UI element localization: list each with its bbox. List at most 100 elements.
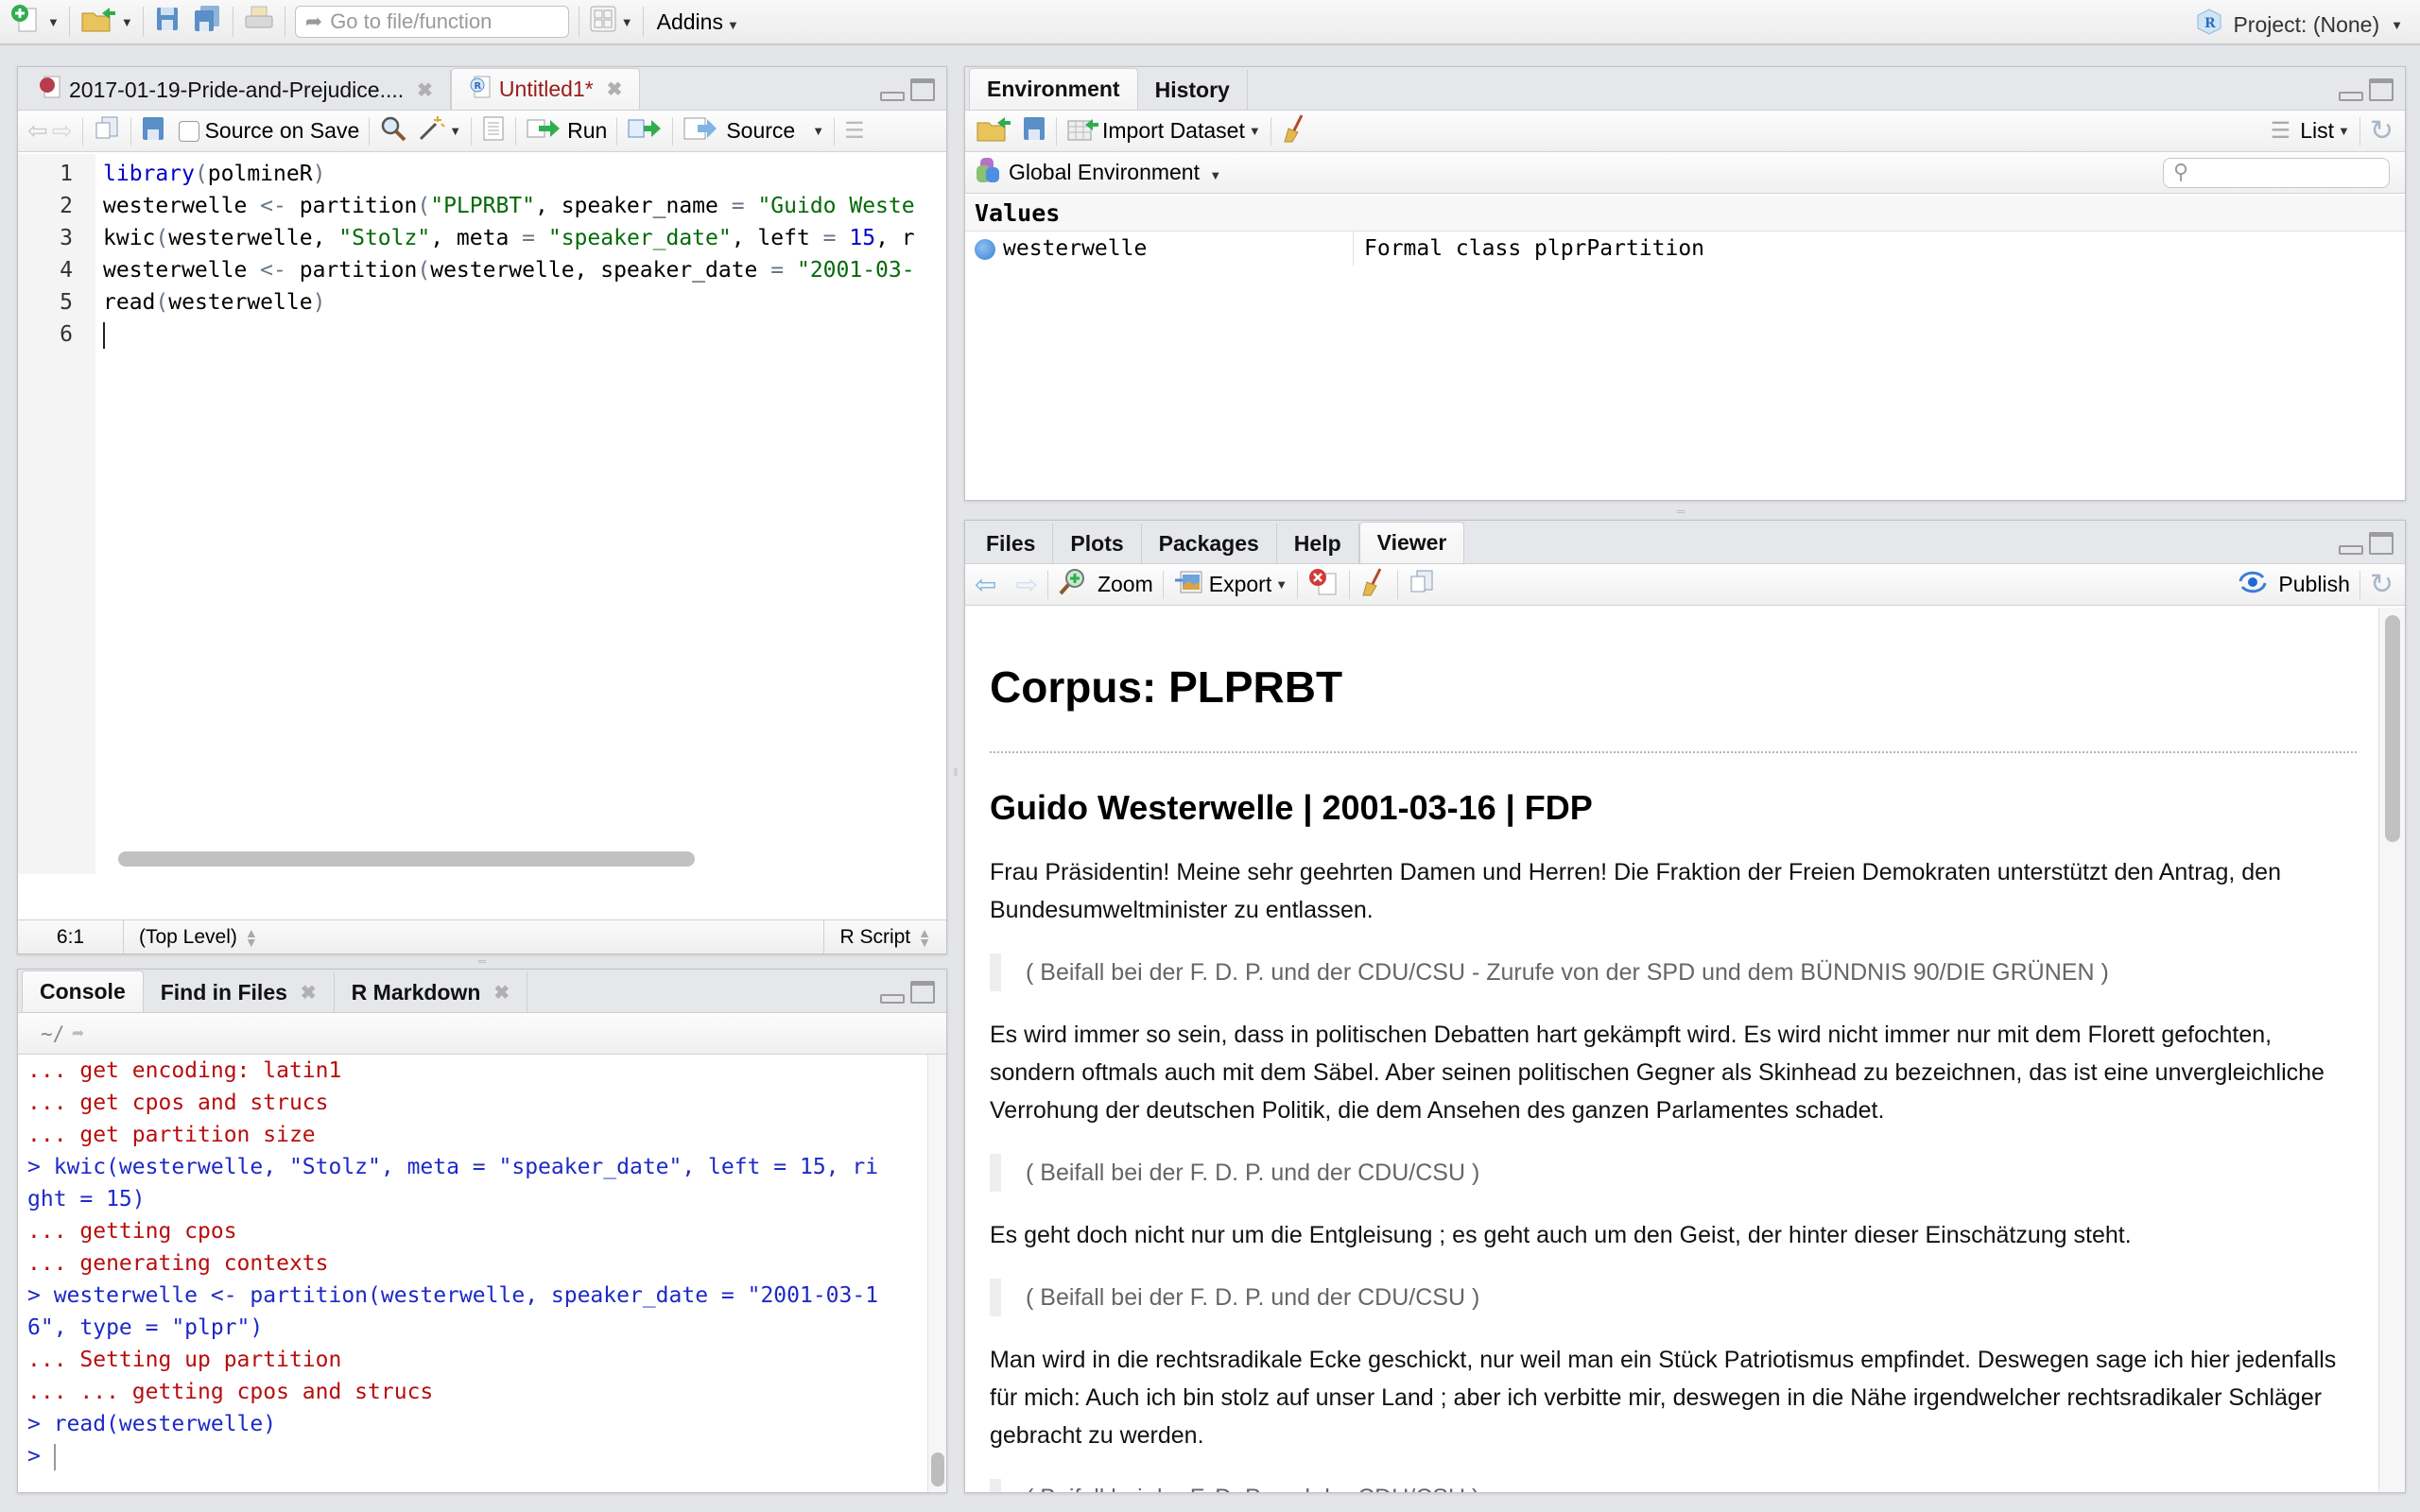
scrollbar-thumb[interactable] <box>118 851 695 867</box>
environment-search-input[interactable]: ⚲ <box>2163 158 2390 188</box>
tab-environment[interactable]: Environment <box>969 68 1138 110</box>
console-prompt-line[interactable]: > <box>27 1440 927 1472</box>
filetype-selector[interactable]: R Script ▲ ▼ <box>823 920 946 954</box>
source-button[interactable]: Source <box>683 115 795 147</box>
forward-arrow-icon[interactable]: ⇨ <box>1015 569 1037 600</box>
tab-viewer[interactable]: Viewer <box>1358 522 1465 563</box>
line-number: 5 <box>60 290 73 315</box>
back-arrow-icon[interactable]: ⇦ <box>27 116 48 146</box>
addins-menu[interactable]: Addins ▼ <box>657 9 739 35</box>
viewer-vertical-scrollbar[interactable] <box>2378 608 2405 1492</box>
search-icon[interactable] <box>379 114 407 148</box>
pane-window-controls <box>880 981 935 1004</box>
remove-viewer-item-icon[interactable] <box>1307 568 1340 602</box>
save-workspace-icon[interactable] <box>1022 115 1046 147</box>
source-on-save-checkbox[interactable] <box>178 120 199 142</box>
tab-help[interactable]: Help <box>1276 524 1359 563</box>
show-in-new-window-icon[interactable] <box>1408 569 1436 601</box>
code-editor[interactable]: 1 library(polmineR) 2 westerwelle <- partit… <box>18 154 946 874</box>
editor-horizontal-scrollbar[interactable] <box>101 842 946 874</box>
compile-report-icon[interactable] <box>481 115 506 147</box>
tab-plots[interactable]: Plots <box>1053 524 1142 563</box>
go-to-file-input[interactable]: ➦ Go to file/function <box>294 6 569 38</box>
new-file-icon[interactable] <box>9 3 43 41</box>
view-mode-list-button[interactable]: ☰ List ▼ <box>2271 117 2350 145</box>
console-command-line: > kwic(westerwelle, "Stolz", meta = "spe… <box>27 1155 879 1179</box>
maximize-pane-icon[interactable] <box>910 78 935 101</box>
maximize-pane-icon[interactable] <box>910 981 935 1004</box>
scrollbar-thumb[interactable] <box>2385 615 2400 842</box>
pane-layout-icon[interactable] <box>589 5 617 39</box>
go-to-directory-icon[interactable]: ➦ <box>72 1022 84 1045</box>
environment-row[interactable]: westerwelle Formal class plprPartition <box>965 232 2405 266</box>
code-text: library(polmineR) <box>103 158 325 190</box>
clear-workspace-broom-icon[interactable] <box>1281 113 1309 149</box>
save-icon[interactable] <box>153 5 182 39</box>
back-arrow-icon[interactable]: ⇦ <box>975 569 996 600</box>
scope-selector[interactable]: (Top Level) ▲ ▼ <box>124 920 273 954</box>
horizontal-splitter[interactable]: ‖ <box>949 765 962 784</box>
minimize-pane-icon[interactable] <box>2339 92 2363 101</box>
right-vertical-splitter[interactable]: ═ <box>1673 506 1688 517</box>
minimize-pane-icon[interactable] <box>880 994 905 1004</box>
refresh-icon[interactable]: ↻ <box>2370 114 2394 147</box>
tab-packages[interactable]: Packages <box>1141 524 1277 563</box>
tab-history[interactable]: History <box>1137 70 1248 110</box>
rerun-icon[interactable] <box>627 116 663 146</box>
document-outline-icon[interactable]: ☰ <box>844 117 865 145</box>
environment-scope-label: Global Environment <box>1009 160 1200 184</box>
code-token: westerwelle <box>103 258 261 283</box>
show-in-window-icon[interactable] <box>93 115 121 147</box>
code-tools-dropdown-icon[interactable]: ▼ <box>449 124 461 138</box>
save-all-icon[interactable] <box>191 5 223 39</box>
rmarkdown-file-icon <box>39 75 61 105</box>
run-button[interactable]: Run <box>526 116 607 146</box>
load-workspace-icon[interactable] <box>975 113 1012 149</box>
close-tab-icon[interactable]: ✖ <box>301 981 317 1005</box>
editor-tab-untitled[interactable]: R Untitled1* ✖ <box>450 68 641 110</box>
maximize-pane-icon[interactable] <box>2369 532 2394 555</box>
expand-object-icon[interactable] <box>975 239 995 260</box>
code-token: = <box>731 194 745 218</box>
global-environment-selector[interactable]: Global Environment ▼ <box>1009 160 1221 185</box>
console-output[interactable]: ... get encoding: latin1 ... get cpos and… <box>18 1055 927 1492</box>
new-file-dropdown-icon[interactable]: ▼ <box>47 15 60 29</box>
tab-r-markdown[interactable]: R Markdown ✖ <box>334 972 528 1012</box>
editor-tab-rmarkdown[interactable]: 2017-01-19-Pride-and-Prejudice.... ✖ <box>22 70 451 110</box>
open-file-icon[interactable] <box>79 4 117 40</box>
code-token: partition <box>285 194 418 218</box>
maximize-pane-icon[interactable] <box>2369 78 2394 101</box>
zoom-button[interactable]: Zoom <box>1058 568 1153 602</box>
export-button[interactable]: Export ▼ <box>1173 569 1288 601</box>
pane-layout-dropdown-icon[interactable]: ▼ <box>621 15 633 29</box>
save-icon[interactable] <box>141 115 165 147</box>
separator <box>834 116 836 146</box>
minimize-pane-icon[interactable] <box>880 92 905 101</box>
tab-find-in-files[interactable]: Find in Files ✖ <box>143 972 335 1012</box>
scrollbar-thumb[interactable] <box>931 1452 944 1486</box>
vertical-splitter[interactable]: ═ <box>475 955 490 967</box>
forward-arrow-icon[interactable]: ⇨ <box>52 116 73 146</box>
tab-console[interactable]: Console <box>22 971 144 1012</box>
tab-label: Viewer <box>1376 530 1447 555</box>
tab-files[interactable]: Files <box>969 524 1054 563</box>
print-icon[interactable] <box>243 5 275 39</box>
import-dropdown-icon: ▼ <box>1248 124 1261 138</box>
publish-button[interactable]: Publish <box>2237 570 2350 600</box>
minimize-pane-icon[interactable] <box>2339 545 2363 555</box>
speech-paragraph: Man wird in die rechtsradikale Ecke gesc… <box>990 1347 2337 1449</box>
console-cursor <box>53 1443 56 1470</box>
project-menu[interactable]: R Project: (None) ▼ <box>2195 8 2403 42</box>
separator <box>1046 570 1048 599</box>
refresh-icon[interactable]: ↻ <box>2370 568 2394 601</box>
close-tab-icon[interactable]: ✖ <box>607 77 623 101</box>
console-vertical-scrollbar[interactable] <box>927 1055 946 1492</box>
scope-updown-icon: ▲ ▼ <box>244 924 258 950</box>
import-dataset-button[interactable]: Import Dataset ▼ <box>1066 115 1261 147</box>
open-file-dropdown-icon[interactable]: ▼ <box>121 15 133 29</box>
close-tab-icon[interactable]: ✖ <box>493 981 510 1005</box>
clear-viewer-broom-icon[interactable] <box>1359 567 1388 603</box>
close-tab-icon[interactable]: ✖ <box>417 78 433 102</box>
code-tools-wand-icon[interactable] <box>417 114 445 148</box>
source-dropdown-icon[interactable]: ▼ <box>812 124 824 138</box>
